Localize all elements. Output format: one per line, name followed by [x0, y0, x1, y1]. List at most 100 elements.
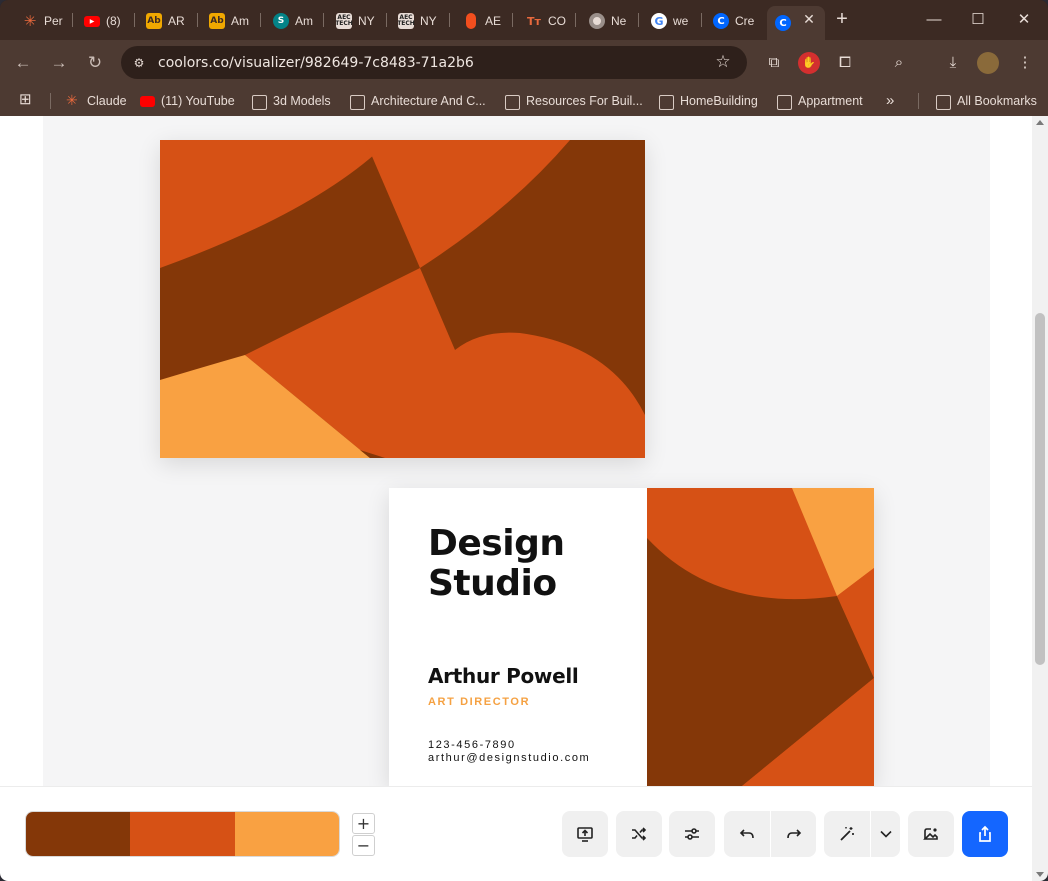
- bookmarks-overflow-button[interactable]: »: [886, 92, 894, 110]
- shuffle-button[interactable]: [616, 811, 662, 857]
- folder-icon: [659, 95, 674, 110]
- tab-chrome[interactable]: Ne: [589, 8, 629, 34]
- tab-separator: [512, 13, 513, 27]
- tab-sharepoint[interactable]: S Am: [273, 8, 315, 34]
- undo-button[interactable]: [724, 811, 770, 857]
- tt-icon: Tт: [527, 14, 541, 28]
- browser-toolbar: ← → ↻ ⚙ coolors.co/visualizer/982649-7c8…: [0, 40, 1048, 86]
- shuffle-icon: [632, 827, 647, 841]
- new-tab-icon[interactable]: +: [832, 9, 852, 29]
- bookmark-claude[interactable]: ✳ Claude: [66, 92, 127, 110]
- bookmark-architecture[interactable]: Architecture And C...: [350, 92, 486, 110]
- tab-title: Cre: [735, 14, 755, 28]
- magic-generate-button[interactable]: [824, 811, 870, 857]
- tab-title: AE: [485, 14, 502, 28]
- tab-youtube[interactable]: ▶ (8): [84, 8, 128, 34]
- extensions-puzzle-icon[interactable]: ⧠: [834, 52, 856, 74]
- apps-grid-icon[interactable]: ⊞: [19, 91, 32, 109]
- tab-nyc-1[interactable]: AEC TECH NY: [336, 8, 378, 34]
- magic-wand-icon: [840, 827, 854, 841]
- redo-button[interactable]: [771, 811, 816, 857]
- business-card-back: [160, 140, 645, 458]
- card-back-artwork: [160, 140, 645, 458]
- tab-aec[interactable]: AE: [463, 8, 503, 34]
- bookmark-homebuilding[interactable]: HomeBuilding: [659, 92, 758, 110]
- card-email: arthur@designstudio.com: [428, 752, 591, 764]
- extension-tab-icon[interactable]: ⧉: [763, 52, 785, 74]
- all-bookmarks[interactable]: All Bookmarks: [936, 92, 1037, 110]
- page-viewport: Design Studio Arthur Powell ART DIRECTOR…: [0, 116, 1032, 786]
- image-export-button[interactable]: [908, 811, 954, 857]
- undo-redo-group: [724, 811, 816, 857]
- bookmark-youtube[interactable]: (11) YouTube: [140, 92, 235, 110]
- tab-title: NY: [420, 14, 437, 28]
- share-button[interactable]: [962, 811, 1008, 857]
- adjust-button[interactable]: [669, 811, 715, 857]
- tab-title: Per: [44, 14, 63, 28]
- bookmark-label: Architecture And C...: [371, 94, 486, 108]
- tab-separator: [260, 13, 261, 27]
- tab-separator: [386, 13, 387, 27]
- scroll-thumb[interactable]: [1035, 313, 1045, 665]
- tab-separator: [197, 13, 198, 27]
- adobe-stock-icon: Ab: [146, 13, 162, 29]
- reload-icon[interactable]: ↻: [85, 53, 105, 73]
- tab-adobe-stock-2[interactable]: Ab Am: [209, 8, 251, 34]
- bookmark-3d-models[interactable]: 3d Models: [252, 92, 331, 110]
- swatch-dark-brown[interactable]: [26, 812, 131, 856]
- profile-avatar[interactable]: [977, 52, 999, 74]
- page-scrollbar[interactable]: [1032, 116, 1048, 881]
- scroll-up-arrow[interactable]: [1036, 120, 1044, 125]
- search-tabs-icon[interactable]: ⌕: [888, 52, 910, 74]
- share-icon: [979, 825, 991, 842]
- scroll-down-arrow[interactable]: [1036, 872, 1044, 877]
- tab-adobe-stock-1[interactable]: Ab AR: [146, 8, 188, 34]
- bookmark-label: Appartment: [798, 94, 863, 108]
- url-text[interactable]: coolors.co/visualizer/982649-7c8483-71a2…: [158, 55, 474, 71]
- minimize-icon[interactable]: —: [924, 10, 944, 30]
- tab-nyc-2[interactable]: AEC TECH NY: [398, 8, 440, 34]
- remove-color-button[interactable]: −: [352, 835, 375, 856]
- close-window-icon[interactable]: ✕: [1014, 10, 1034, 30]
- bookmark-appartment[interactable]: Appartment: [777, 92, 863, 110]
- bookmark-label: All Bookmarks: [957, 94, 1037, 108]
- present-button[interactable]: [562, 811, 608, 857]
- bookmark-resources[interactable]: Resources For Buil...: [505, 92, 643, 110]
- maximize-icon[interactable]: ☐: [968, 10, 988, 30]
- tab-claude[interactable]: ✳ Per: [22, 8, 66, 34]
- tab-google[interactable]: G we: [651, 8, 693, 34]
- youtube-icon: [140, 96, 155, 107]
- tab-strip: ✳ Per ▶ (8) Ab AR Ab Am S Am AECTECH NY: [0, 0, 1048, 40]
- generate-options-button[interactable]: [871, 811, 900, 857]
- bookmark-label: HomeBuilding: [680, 94, 758, 108]
- tab-separator: [701, 13, 702, 27]
- address-bar[interactable]: ⚙ coolors.co/visualizer/982649-7c8483-71…: [121, 46, 747, 79]
- forward-icon[interactable]: →: [49, 53, 69, 73]
- coolors-icon: C: [713, 13, 729, 29]
- close-tab-icon[interactable]: ✕: [800, 10, 818, 28]
- google-icon: G: [651, 13, 667, 29]
- tab-title: we: [673, 14, 689, 28]
- back-icon[interactable]: ←: [13, 53, 33, 73]
- download-icon[interactable]: ⤓: [942, 52, 964, 74]
- swatch-orange[interactable]: [130, 812, 235, 856]
- swatch-light-orange[interactable]: [234, 812, 339, 856]
- tab-separator: [72, 13, 73, 27]
- image-icon: [923, 828, 938, 840]
- folder-icon: [252, 95, 267, 110]
- aec-tech-icon: AEC TECH: [398, 13, 415, 29]
- tab-separator: [134, 13, 135, 27]
- site-settings-icon[interactable]: ⚙: [129, 53, 149, 73]
- folder-icon: [505, 95, 520, 110]
- menu-dots-icon[interactable]: ⋮: [1014, 52, 1036, 74]
- figma-icon: [466, 13, 476, 29]
- tab-coolors-1[interactable]: C Cre: [713, 8, 755, 34]
- card-company-title: Design Studio: [428, 523, 565, 604]
- claude-icon: ✳: [66, 92, 78, 108]
- palette-strip[interactable]: [25, 811, 340, 857]
- add-color-button[interactable]: +: [352, 813, 375, 834]
- bookmark-star-icon[interactable]: ☆: [713, 52, 733, 72]
- extension-hand-icon[interactable]: ✋: [798, 52, 820, 74]
- tab-co[interactable]: Tт CO: [526, 8, 568, 34]
- tab-title: CO: [548, 14, 566, 28]
